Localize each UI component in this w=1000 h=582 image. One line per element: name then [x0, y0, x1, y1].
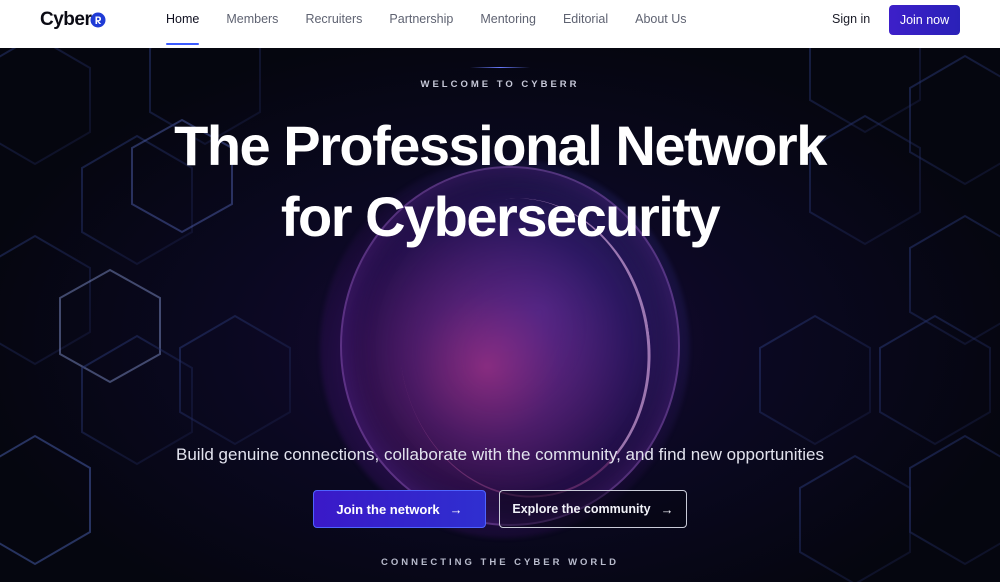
- hero-eyebrow: WELCOME TO CYBERR: [420, 79, 580, 90]
- join-the-network-label: Join the network: [336, 501, 440, 517]
- nav-editorial[interactable]: Editorial: [563, 0, 608, 48]
- logo-text: Cyber: [40, 9, 92, 30]
- hero-section: WELCOME TO CYBERR The Professional Netwo…: [0, 48, 1000, 582]
- hero-subtitle: Build genuine connections, collaborate w…: [176, 445, 824, 464]
- explore-community-label: Explore the community: [512, 502, 651, 516]
- nav-partnership[interactable]: Partnership: [389, 0, 453, 48]
- logo-mark-icon: [90, 12, 106, 28]
- cyberr-logo[interactable]: Cyber: [40, 8, 106, 32]
- join-the-network-button[interactable]: Join the network →: [313, 490, 486, 528]
- main-nav: Home Members Recruiters Partnership Ment…: [166, 0, 714, 48]
- arrow-right-icon: →: [660, 501, 674, 517]
- hero-title-line-2: for Cybersecurity: [280, 185, 721, 248]
- nav-home[interactable]: Home: [166, 0, 200, 48]
- sign-in-link[interactable]: Sign in: [832, 0, 870, 38]
- join-now-button[interactable]: Join now: [889, 5, 960, 35]
- nav-about-us[interactable]: About Us: [635, 0, 686, 48]
- nav-recruiters[interactable]: Recruiters: [305, 0, 362, 48]
- explore-community-button[interactable]: Explore the community →: [499, 490, 687, 528]
- hero-footer-tagline: CONNECTING THE CYBER WORLD: [381, 557, 619, 568]
- arrow-right-icon: →: [449, 501, 463, 517]
- top-glow-line: [470, 67, 530, 68]
- nav-members[interactable]: Members: [226, 0, 278, 48]
- nav-mentoring[interactable]: Mentoring: [480, 0, 536, 48]
- hero-title: The Professional Network for Cybersecuri…: [0, 110, 1000, 252]
- top-navbar: Cyber Home Members Recruiters Partnershi…: [0, 0, 1000, 48]
- hero-title-line-1: The Professional Network: [174, 114, 827, 177]
